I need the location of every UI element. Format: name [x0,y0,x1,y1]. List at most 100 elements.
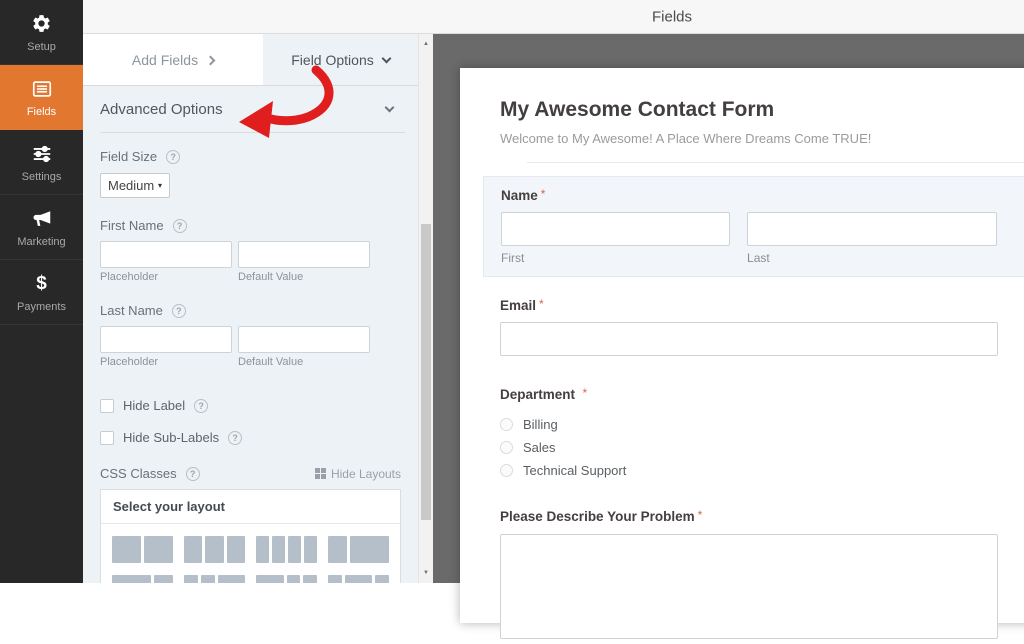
layout-block [350,536,389,563]
radio-label: Sales [523,440,556,455]
chevron-right-icon [206,55,216,65]
builder-workspace: My Awesome Contact Form Welcome to My Aw… [433,34,1024,583]
field-label: Email [500,298,536,313]
layout-block [112,536,141,563]
layout-block [184,575,198,583]
layout-block [201,575,215,583]
last-name-default-value-input[interactable] [238,326,370,353]
builder-sidebar: Setup Fields Settings Marketing $ Paymen… [0,0,83,583]
required-marker: * [539,297,544,311]
tab-label: Add Fields [132,52,198,68]
gear-icon [30,12,54,36]
field-size-value: Medium [108,178,154,193]
chevron-down-icon [385,103,395,113]
sidebar-item-marketing[interactable]: Marketing [0,195,83,260]
fields-icon [30,77,54,101]
form-preview-panel: My Awesome Contact Form Welcome to My Aw… [460,68,1024,623]
field-size-label: Field Size [100,149,157,164]
field-name[interactable]: Name* First Last [483,176,1024,277]
default-value-sublabel: Default Value [238,356,370,368]
placeholder-sublabel: Placeholder [100,356,232,368]
scroll-down-button[interactable]: ▼ [419,566,433,580]
hide-sub-labels-row: Hide Sub-Labels ? [100,430,370,445]
css-classes-row: CSS Classes ? Hide Layouts [100,466,401,481]
radio-button[interactable] [500,441,513,454]
field-problem-description[interactable]: Please Describe Your Problem* [500,508,998,644]
email-input[interactable] [500,322,998,356]
sidebar-item-label: Setup [27,41,56,53]
hide-layouts-button[interactable]: Hide Layouts [315,467,401,481]
tab-label: Field Options [291,52,373,68]
problem-textarea[interactable] [500,534,998,639]
placeholder-sublabel: Placeholder [100,271,232,283]
builder-topbar: Fields [83,0,1024,34]
tab-field-options[interactable]: Field Options [263,34,418,85]
megaphone-icon [30,207,54,231]
layout-block [288,536,301,563]
help-icon[interactable]: ? [173,219,187,233]
tab-add-fields[interactable]: Add Fields [83,34,263,85]
scroll-up-button[interactable]: ▲ [419,37,433,51]
hide-label-checkbox[interactable] [100,399,114,413]
layout-option[interactable] [328,575,389,583]
advanced-options-toggle[interactable]: Advanced Options [100,86,405,133]
panel-tabs: Add Fields Field Options [83,34,433,86]
layout-option[interactable] [256,536,317,563]
page-title: Fields [652,8,692,25]
sidebar-item-fields[interactable]: Fields [0,65,83,130]
first-name-default-value-input[interactable] [238,241,370,268]
layout-option[interactable] [328,536,389,563]
layout-option[interactable] [184,575,245,583]
last-name-placeholder-input[interactable] [100,326,232,353]
hide-label-text: Hide Label [123,398,185,413]
help-icon[interactable]: ? [166,150,180,164]
sidebar-item-payments[interactable]: $ Payments [0,260,83,325]
help-icon[interactable]: ? [186,467,200,481]
layout-selector-title: Select your layout [101,490,400,524]
radio-button[interactable] [500,418,513,431]
layout-block [345,575,373,583]
sidebar-item-label: Marketing [17,236,65,248]
last-name-group: Last Name ? Placeholder Default Value [100,303,370,368]
layout-option[interactable] [112,575,173,583]
hide-label-row: Hide Label ? [100,398,370,413]
radio-button[interactable] [500,464,513,477]
field-options-body: Advanced Options Field Size ? Medium ▾ F… [83,86,418,583]
name-last-input[interactable] [747,212,997,246]
help-icon[interactable]: ? [172,304,186,318]
sidebar-item-setup[interactable]: Setup [0,0,83,65]
panel-scrollbar[interactable]: ▲ ▼ [418,34,433,583]
sidebar-item-label: Fields [27,106,56,118]
required-marker: * [698,508,703,522]
layout-option[interactable] [256,575,317,583]
field-label: Department [500,387,575,402]
field-size-group: Field Size ? Medium ▾ [100,149,370,198]
first-name-placeholder-input[interactable] [100,241,232,268]
field-size-select[interactable]: Medium ▾ [100,173,170,198]
layout-block [256,536,269,563]
field-department[interactable]: Department * Billing Sales [500,386,998,478]
radio-option-technical-support: Technical Support [500,463,998,478]
layout-block [218,575,246,583]
caret-down-icon: ▾ [158,181,162,190]
layout-option[interactable] [184,536,245,563]
layout-block [328,575,342,583]
field-email[interactable]: Email* [500,297,998,356]
first-sublabel: First [501,251,730,265]
sidebar-item-label: Payments [17,301,66,313]
name-first-input[interactable] [501,212,730,246]
hide-sub-labels-text: Hide Sub-Labels [123,430,219,445]
help-icon[interactable]: ? [194,399,208,413]
radio-label: Billing [523,417,558,432]
help-icon[interactable]: ? [228,431,242,445]
css-classes-label: CSS Classes [100,466,177,481]
layout-block [144,536,173,563]
layout-block [375,575,389,583]
first-name-label: First Name [100,218,164,233]
hide-sub-labels-checkbox[interactable] [100,431,114,445]
sidebar-item-settings[interactable]: Settings [0,130,83,195]
field-label: Please Describe Your Problem [500,509,695,524]
layout-option[interactable] [112,536,173,563]
dollar-icon: $ [30,272,54,296]
scrollbar-thumb[interactable] [421,224,431,520]
